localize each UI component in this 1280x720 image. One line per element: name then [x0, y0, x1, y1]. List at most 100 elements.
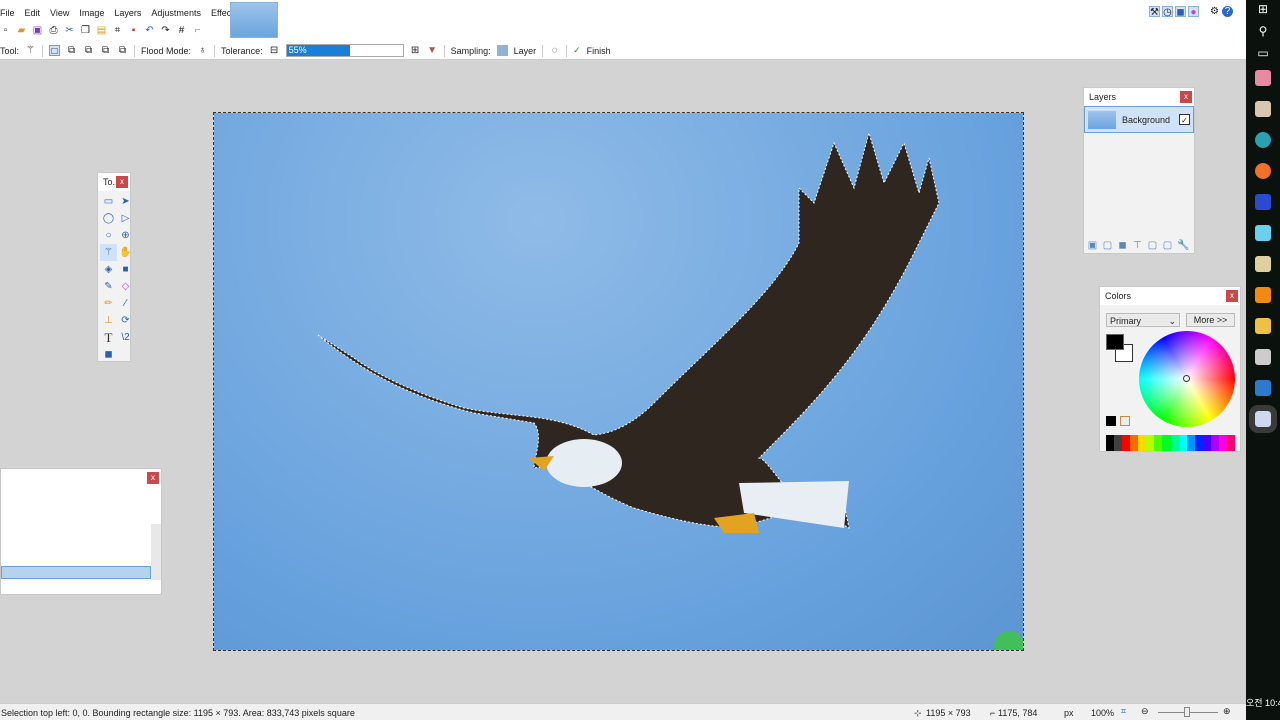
image-tab-thumbnail[interactable]	[230, 2, 278, 38]
app-gift-icon[interactable]	[1255, 70, 1271, 86]
primary-color-swatch[interactable]	[1106, 334, 1124, 350]
add-layer-icon[interactable]: ▣	[1087, 240, 1098, 251]
settings-icon[interactable]: ⚙	[1209, 6, 1220, 17]
move-selection-icon[interactable]: ▷	[117, 210, 134, 227]
color-wheel[interactable]	[1139, 331, 1235, 427]
copy-icon[interactable]: ❐	[80, 25, 91, 36]
new-icon[interactable]: ▫	[0, 25, 11, 36]
redo-icon[interactable]: ↷	[160, 25, 171, 36]
delete-layer-icon[interactable]: ▢	[1102, 240, 1113, 251]
magic-wand-icon[interactable]: ⚚	[25, 45, 36, 56]
selection-mode-exclude-icon[interactable]: ⧉	[83, 45, 94, 56]
search-icon[interactable]: ⚲	[1246, 24, 1280, 38]
vlc-icon[interactable]	[1255, 287, 1271, 303]
task-view-icon[interactable]: ▭	[1246, 46, 1280, 60]
layers-toggle-icon[interactable]: ◼	[1175, 6, 1186, 18]
ruler-icon[interactable]: ⌐	[192, 25, 203, 36]
color-wheel-marker[interactable]	[1183, 375, 1190, 382]
layer-item[interactable]: Background ✓	[1084, 106, 1194, 133]
sampling-dropdown[interactable]: Layer	[514, 46, 537, 56]
zoom-slider-thumb[interactable]	[1184, 707, 1190, 717]
paint-net-icon[interactable]	[1255, 256, 1271, 272]
zoom-in-icon[interactable]: ⊕	[1223, 706, 1231, 717]
selection-mode-union-icon[interactable]: ⧉	[66, 45, 77, 56]
selection-mode-xor-icon[interactable]: ⧉	[117, 45, 128, 56]
ellipse-select-icon[interactable]: ○	[100, 227, 117, 244]
clone-stamp-icon[interactable]: ⊥	[100, 312, 117, 329]
antialias-icon[interactable]: ◌	[549, 45, 560, 56]
zoom-icon[interactable]: ⊕	[117, 227, 134, 244]
palette-swatch[interactable]	[1210, 435, 1219, 451]
duplicate-layer-icon[interactable]: ◼	[1117, 240, 1128, 251]
reset-colors-icon[interactable]	[1106, 416, 1116, 426]
more-button[interactable]: More >>	[1186, 313, 1235, 327]
color-palette[interactable]	[1106, 435, 1235, 451]
move-selected-icon[interactable]: ➤	[117, 193, 134, 210]
app-gear-icon[interactable]	[1255, 380, 1271, 396]
clock[interactable]: 오전 10:4	[1246, 696, 1280, 709]
tolerance-slider[interactable]: 55%	[285, 44, 404, 57]
deselect-icon[interactable]: ▪	[128, 25, 139, 36]
crop-icon[interactable]: ⌗	[112, 25, 123, 36]
tolerance-decrease-icon[interactable]: ⊟	[269, 45, 280, 56]
layer-visibility-checkbox[interactable]: ✓	[1179, 114, 1190, 125]
paste-icon[interactable]: ▤	[96, 25, 107, 36]
firefox-icon[interactable]	[1255, 163, 1271, 179]
image-canvas[interactable]	[213, 112, 1024, 651]
file-explorer-icon[interactable]	[1255, 318, 1271, 334]
windows-start-icon[interactable]: ⊞	[1246, 2, 1280, 16]
history-item-selected[interactable]	[1, 566, 151, 579]
menu-view[interactable]: View	[50, 8, 69, 18]
app-paint-icon[interactable]	[1255, 101, 1271, 117]
finish-button[interactable]: Finish	[587, 46, 611, 56]
move-layer-up-icon[interactable]: ▢	[1147, 240, 1158, 251]
selection-mode-replace-icon[interactable]: □	[49, 45, 61, 57]
palette-menu-icon[interactable]	[1120, 416, 1130, 426]
palette-swatch[interactable]	[1154, 435, 1163, 451]
pencil-icon[interactable]: ✏	[100, 295, 117, 312]
history-toggle-icon[interactable]: ◷	[1162, 6, 1173, 18]
colors-toggle-icon[interactable]: ●	[1188, 6, 1199, 18]
app-monitor-icon[interactable]	[1255, 349, 1271, 365]
grid-icon[interactable]: #	[176, 25, 187, 36]
lasso-select-icon[interactable]: ◯	[100, 210, 117, 227]
units-dropdown[interactable]: px	[1064, 708, 1074, 718]
tolerance-increase-icon[interactable]: ⊞	[410, 45, 421, 56]
gradient-icon[interactable]: ■	[117, 261, 134, 278]
palette-swatch[interactable]	[1186, 435, 1195, 451]
undo-icon[interactable]: ↶	[144, 25, 155, 36]
palette-swatch[interactable]	[1114, 435, 1123, 451]
palette-swatch[interactable]	[1194, 435, 1203, 451]
close-icon[interactable]: x	[1226, 290, 1238, 302]
paint-bucket-icon[interactable]: ◈	[100, 261, 117, 278]
zoom-to-window-icon[interactable]: ⌗	[1121, 706, 1126, 717]
app-pp-icon[interactable]	[1255, 194, 1271, 210]
zoom-out-icon[interactable]: ⊖	[1141, 706, 1149, 717]
eraser-icon[interactable]: ◇	[117, 278, 134, 295]
app-blue-icon[interactable]	[1255, 225, 1271, 241]
palette-swatch[interactable]	[1162, 435, 1171, 451]
palette-swatch[interactable]	[1106, 435, 1115, 451]
scrollbar[interactable]	[151, 524, 161, 580]
recolor-icon[interactable]: ⟳	[117, 312, 134, 329]
layer-properties-icon[interactable]: 🔧	[1177, 240, 1189, 251]
tools-toggle-icon[interactable]: ⚒	[1149, 6, 1160, 18]
paint-net-active-icon[interactable]	[1249, 405, 1277, 433]
zoom-level[interactable]: 100%	[1091, 708, 1114, 718]
menu-adjustments[interactable]: Adjustments	[151, 8, 201, 18]
selection-mode-intersect-icon[interactable]: ⧉	[100, 45, 111, 56]
app-camera-icon[interactable]	[1255, 132, 1271, 148]
color-mode-dropdown[interactable]: Primary ⌄	[1106, 313, 1180, 327]
palette-swatch[interactable]	[1178, 435, 1187, 451]
palette-swatch[interactable]	[1138, 435, 1147, 451]
close-icon[interactable]: x	[116, 176, 128, 188]
close-icon[interactable]: x	[1180, 91, 1192, 103]
pan-icon[interactable]: ✋	[117, 244, 134, 261]
cut-icon[interactable]: ✂	[64, 25, 75, 36]
line-curve-icon[interactable]: \2	[117, 329, 134, 346]
palette-swatch[interactable]	[1202, 435, 1211, 451]
palette-swatch[interactable]	[1226, 435, 1235, 451]
rectangle-select-icon[interactable]: ▭	[100, 193, 117, 210]
palette-swatch[interactable]	[1122, 435, 1131, 451]
color-picker-icon[interactable]: ⁄	[117, 295, 134, 312]
